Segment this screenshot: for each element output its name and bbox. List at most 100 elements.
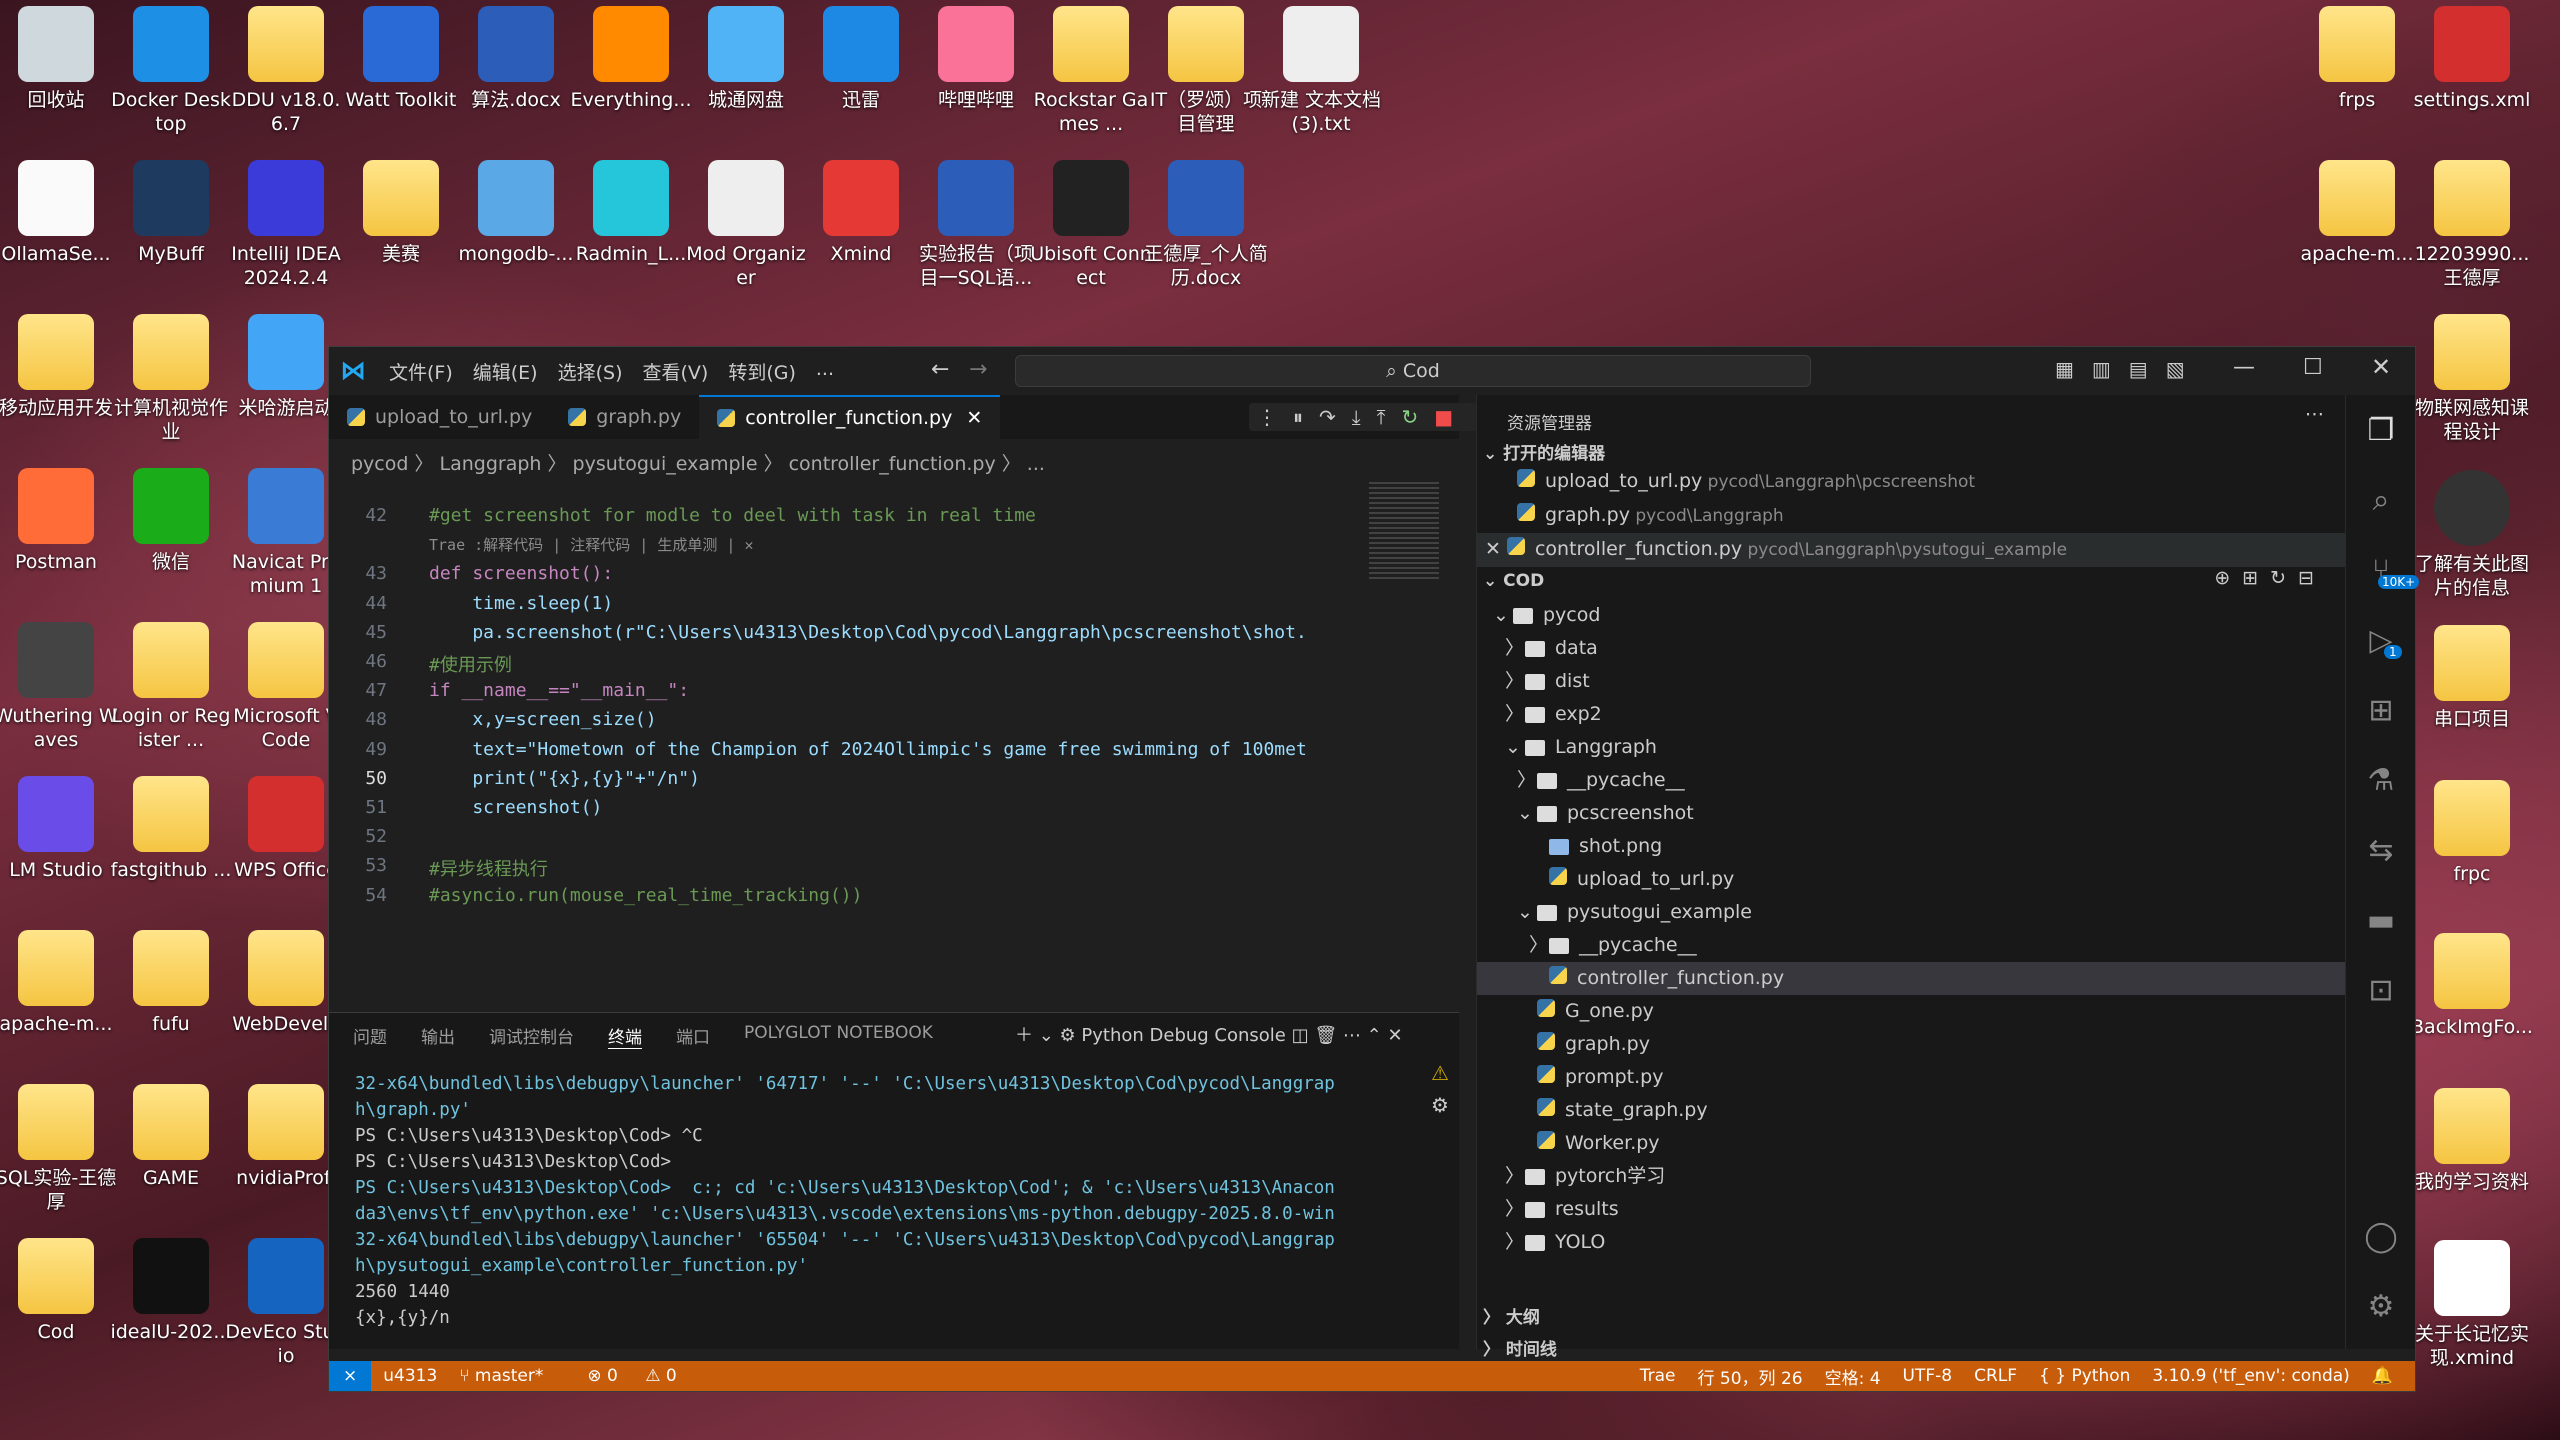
testing-icon[interactable]: ⚗ (2346, 745, 2416, 815)
minimap[interactable] (1369, 482, 1439, 582)
desktop-icon[interactable]: LM Studio (0, 776, 118, 882)
desktop-icon[interactable]: SQL实验-王德厚 (0, 1084, 118, 1214)
tree-item[interactable]: G_one.py (1477, 995, 2347, 1028)
desktop-icon[interactable]: MyBuff (109, 160, 233, 266)
language-mode[interactable]: { } Python (2039, 1366, 2130, 1386)
tree-item[interactable]: state_graph.py (1477, 1094, 2347, 1127)
chat-icon[interactable]: ⊡ (2346, 955, 2416, 1025)
desktop-icon[interactable]: fufu (109, 930, 233, 1036)
tree-item[interactable]: 〉 dist (1477, 665, 2347, 698)
code-line[interactable]: #get screenshot for modle to deel with t… (429, 505, 1459, 526)
code-line[interactable]: Trae :解释代码 | 注释代码 | 生成单测 | ✕ (429, 534, 1459, 555)
desktop-icon[interactable]: Mod Organizer (684, 160, 808, 290)
tree-item[interactable]: controller_function.py (1477, 962, 2347, 995)
tree-item[interactable]: prompt.py (1477, 1061, 2347, 1094)
desktop-icon[interactable]: GAME (109, 1084, 233, 1190)
code-line[interactable]: #使用示例 (429, 651, 1459, 677)
code-line[interactable]: def screenshot(): (429, 563, 1459, 584)
desktop-icon[interactable]: OllamaSe... (0, 160, 118, 266)
desktop-icon[interactable]: apache-m... (0, 930, 118, 1036)
desktop-icon[interactable]: fastgithub ... (109, 776, 233, 882)
explorer-actions[interactable]: ⊕⊞↻⊟ (2214, 567, 2326, 589)
panel-tab[interactable]: 端口 (676, 1023, 710, 1049)
editor-tab[interactable]: graph.py (550, 395, 699, 439)
tree-item[interactable]: 〉 pytorch学习 (1477, 1160, 2347, 1193)
desktop-icon[interactable]: 微信 (109, 468, 233, 574)
tree-item[interactable]: 〉 __pycache__ (1477, 764, 2347, 797)
open-editors-header[interactable]: ⌄ 打开的编辑器 (1483, 439, 1605, 464)
source-control-icon[interactable]: ⑂ 10K+ (2346, 535, 2420, 605)
desktop-icon[interactable]: Cod (0, 1238, 118, 1344)
desktop-icon[interactable]: Ubisoft Connect (1029, 160, 1153, 290)
desktop-icon[interactable]: Radmin_L... (569, 160, 693, 266)
desktop-icon[interactable]: 美赛 (339, 160, 463, 266)
tree-item[interactable]: Worker.py (1477, 1127, 2347, 1160)
tree-item[interactable]: upload_to_url.py (1477, 863, 2347, 896)
minimize-button[interactable]: — (2233, 355, 2255, 380)
tree-item[interactable]: ⌄ pysutogui_example (1477, 896, 2347, 929)
desktop-icon[interactable]: 回收站 (0, 6, 118, 112)
desktop-icon[interactable]: Docker Desktop (109, 6, 233, 136)
desktop-icon[interactable]: BackImgFo... (2410, 933, 2534, 1039)
code-line[interactable]: screenshot() (429, 797, 1459, 818)
back-icon[interactable]: ← (931, 357, 949, 382)
timeline-header[interactable]: 〉 时间线 (1483, 1335, 1557, 1360)
close-button[interactable]: ✕ (2371, 353, 2391, 381)
tree-item[interactable]: 〉 __pycache__ (1477, 929, 2347, 962)
code-line[interactable]: text="Hometown of the Champion of 2024Ol… (429, 739, 1459, 760)
desktop-icon[interactable]: 王德厚_个人简历.docx (1144, 160, 1268, 290)
desktop-icon[interactable]: 我的学习资料 (2410, 1088, 2534, 1194)
tree-item[interactable]: ⌄ pcscreenshot (1477, 797, 2347, 830)
menu-item[interactable]: 编辑(E) (473, 358, 538, 385)
panel-tab[interactable]: 终端 (608, 1023, 642, 1049)
desktop-icon[interactable]: 实验报告（项目一SQL语... (914, 160, 1038, 290)
panel-tab[interactable]: 问题 (353, 1023, 387, 1049)
explorer-icon[interactable]: ❐ (2346, 395, 2416, 465)
code-editor[interactable]: 42 #get screenshot for modle to deel with… (329, 477, 1459, 997)
code-line[interactable]: time.sleep(1) (429, 593, 1459, 614)
menu-item[interactable]: 选择(S) (558, 358, 623, 385)
menu-item[interactable]: 转到(G) (728, 358, 796, 385)
desktop-icon[interactable]: IT（罗颂）项目管理 (1144, 6, 1268, 136)
desktop-icon[interactable]: 迅雷 (799, 6, 923, 112)
desktop-icon[interactable]: 城通网盘 (684, 6, 808, 112)
tree-item[interactable]: 〉 results (1477, 1193, 2347, 1226)
desktop-icon[interactable]: Postman (0, 468, 118, 574)
desktop-icon[interactable]: Watt Toolkit (339, 6, 463, 112)
desktop-icon[interactable]: idealU-202... (109, 1238, 233, 1344)
desktop-icon[interactable]: settings.xml (2410, 6, 2534, 112)
more-icon[interactable]: ⋯ (2305, 403, 2324, 425)
warning-icon[interactable]: ⚠ (1431, 1061, 1449, 1085)
debug-icon[interactable]: ⚙ (1431, 1093, 1449, 1117)
desktop-icon[interactable]: Rockstar Games ... (1029, 6, 1153, 136)
run-debug-icon[interactable]: ▷ 1 (2346, 605, 2416, 675)
tree-item[interactable]: ⌄ Langgraph (1477, 731, 2347, 764)
desktop-icon[interactable]: 物联网感知课程设计 (2410, 314, 2534, 444)
desktop-icon[interactable]: mongodb-... (454, 160, 578, 266)
settings-icon[interactable]: ⚙ (2346, 1271, 2416, 1341)
menu-item[interactable]: 文件(F) (389, 358, 453, 385)
branch-status[interactable]: ⑂ master* (459, 1366, 565, 1386)
account-status[interactable]: u4313 (383, 1366, 437, 1386)
desktop-icon[interactable]: 了解有关此图片的信息 (2410, 470, 2534, 600)
panel-tab[interactable]: 调试控制台 (489, 1023, 574, 1049)
desktop-icon[interactable]: frps (2295, 6, 2419, 112)
debug-toolbar[interactable]: ⋮⏸↷⤓⤒↻■ (1249, 403, 1478, 431)
tree-item[interactable]: graph.py (1477, 1028, 2347, 1061)
open-editor-item[interactable]: ✕ controller_function.py pycod\Langgraph… (1477, 533, 2347, 567)
menu-item[interactable]: 查看(V) (643, 358, 709, 385)
search-icon[interactable]: ⌕ (2346, 465, 2416, 535)
trae-status[interactable]: Trae (1640, 1366, 1676, 1386)
tree-item[interactable]: ⌄ pycod (1477, 599, 2347, 632)
remote-icon[interactable]: ⇆ (2346, 815, 2416, 885)
layout-icons[interactable]: ▦▥▤▧ (2055, 357, 2203, 381)
forward-icon[interactable]: → (969, 357, 987, 382)
panel-tab[interactable]: POLYGLOT NOTEBOOK (744, 1023, 933, 1049)
eol[interactable]: CRLF (1974, 1366, 2017, 1386)
encoding[interactable]: UTF-8 (1903, 1366, 1953, 1386)
root-folder-header[interactable]: ⌄ COD (1483, 571, 1544, 591)
panel-icon[interactable]: ▬ (2346, 885, 2416, 955)
code-line[interactable]: x,y=screen_size() (429, 709, 1459, 730)
desktop-icon[interactable]: frpc (2410, 780, 2534, 886)
indentation[interactable]: 空格: 4 (1825, 1364, 1881, 1389)
